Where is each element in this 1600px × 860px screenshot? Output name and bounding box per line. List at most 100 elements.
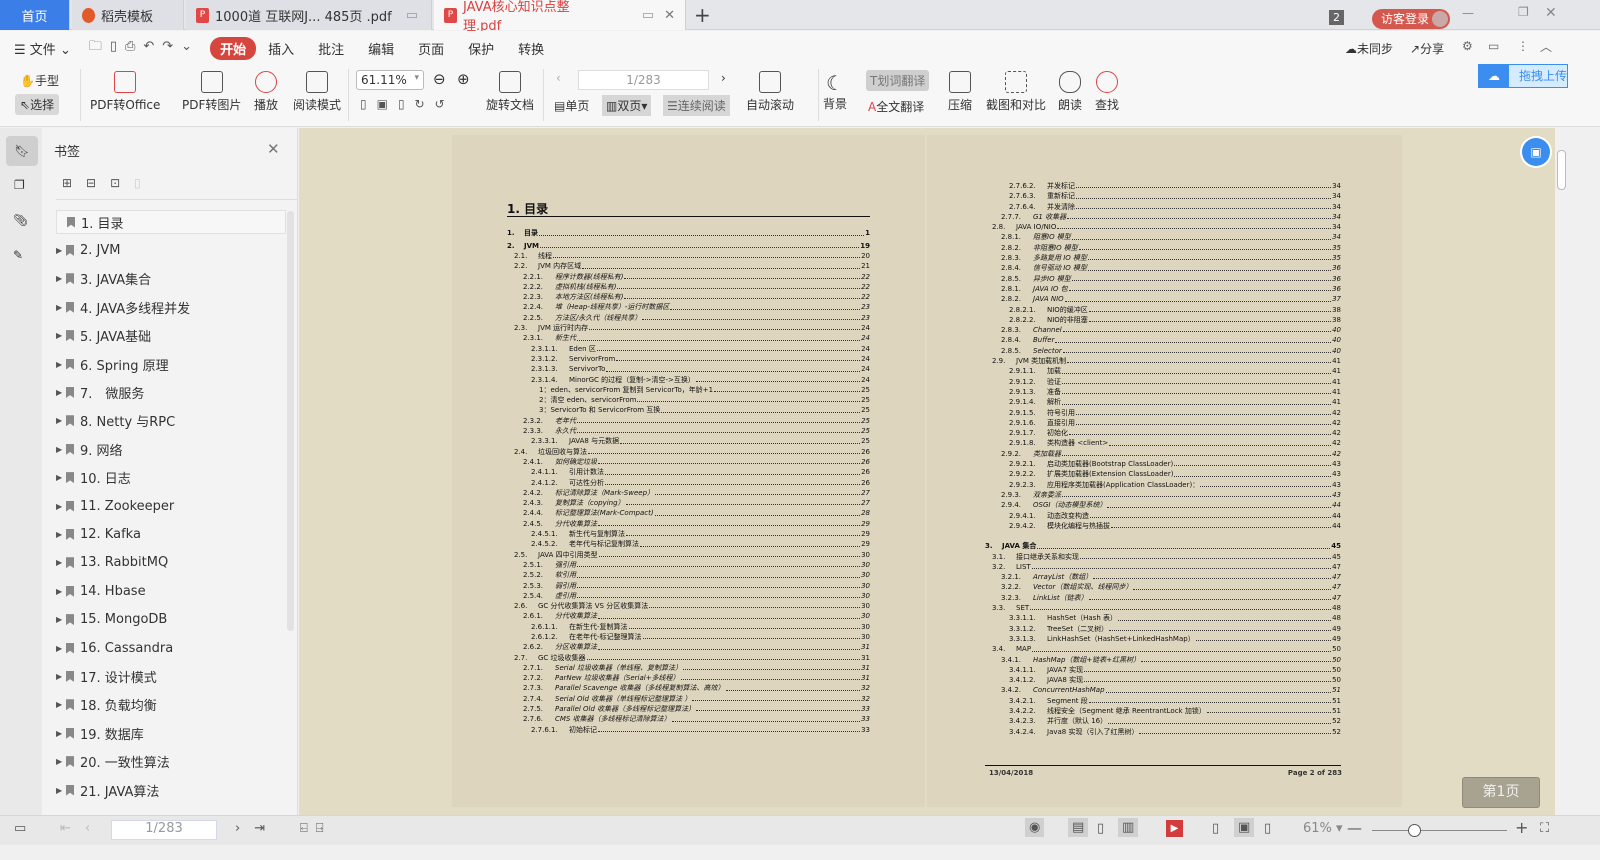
toc-entry[interactable]: 3：ServicorTo 和 ServicorFrom 互换 25 (507, 405, 870, 415)
toc-entry[interactable]: 3.3.1.1. HashSet（Hash 表） 48 (985, 613, 1341, 623)
toc-entry[interactable]: 3.3.1.2. TreeSet（二叉树） 49 (985, 624, 1341, 634)
toc-entry[interactable]: 3.3. SET 48 (985, 603, 1341, 613)
toc-entry[interactable]: 1：eden、servicorFrom 复制到 ServicorTo，年龄+1 2… (507, 385, 870, 395)
toc-entry[interactable]: 2.3.1.4. MinorGC 的过程（复制->清空->互换） 24 (507, 375, 870, 385)
toc-entry[interactable]: 2.3.1.2. ServivorFrom 24 (507, 354, 870, 364)
status-page-input[interactable]: 1/283 (111, 820, 217, 840)
view-fit-icons[interactable]: ▯▣▯↻↺ (360, 97, 455, 111)
pin-icon[interactable]: ▭ (406, 8, 418, 23)
pdf-to-image-button[interactable]: PDF转图片 (182, 71, 241, 113)
thumbnails-icon[interactable]: ❐ (14, 178, 25, 192)
toc-entry[interactable]: 3.2.3. LinkList（链表） 47 (985, 593, 1341, 603)
next-page-button[interactable]: › (721, 71, 726, 85)
menu-comment[interactable]: 批注 (306, 39, 356, 58)
toc-entry[interactable]: 2.8. JAVA IO/NIO 34 (985, 222, 1341, 232)
toc-entry[interactable]: 3.4.2.2. 线程安全（Segment 继承 ReentrantLock 加锁… (985, 706, 1341, 716)
fullscreen-icon[interactable]: ⛶ (1540, 821, 1549, 836)
expand-arrow-icon[interactable]: ▶ (56, 558, 66, 567)
toc-entry[interactable]: 2.8.2.1. NIO的缓冲区 38 (985, 305, 1341, 315)
login-button[interactable]: 访客登录 (1372, 9, 1450, 29)
toc-entry[interactable]: 2.2.3. 本地方法区(线程私有) 22 (507, 292, 870, 302)
toc-entry[interactable]: 2.9.4. OSGI（动态模型系统） 44 (985, 500, 1341, 510)
toc-entry[interactable]: 2.4.1.2. 可达性分析 26 (507, 478, 870, 488)
toc-entry[interactable]: 2.5. JAVA 四中引用类型 30 (507, 550, 870, 560)
toc-entry[interactable]: 2.9.1.2. 验证 41 (985, 377, 1341, 387)
double-view-icon[interactable]: ▥ (1118, 818, 1139, 837)
panel-scrollbar[interactable] (287, 211, 294, 631)
toc-entry[interactable]: 2.7.7. G1 收集器 34 (985, 212, 1341, 222)
file-menu[interactable]: ☰ 文件 ⌄ (0, 39, 83, 58)
toc-entry[interactable]: 2.2.4. 堆（Heap-线程共享）-运行时数据区 23 (507, 302, 870, 312)
continuous-view-icon[interactable]: ▤ (1068, 818, 1089, 837)
toc-entry[interactable]: 2.8.4. Buffer 40 (985, 335, 1341, 345)
toc-entry[interactable]: 2.2. JVM 内存区域 21 (507, 261, 870, 271)
toc-entry[interactable]: 2.8.1. 阻塞IO 模型 34 (985, 232, 1341, 242)
toc-entry[interactable]: 3.4.2.4. Java8 实现（引入了红黑树） 52 (985, 727, 1341, 737)
toc-entry[interactable]: 2.3.1. 新生代 24 (507, 333, 870, 343)
expand-arrow-icon[interactable]: ▶ (56, 615, 66, 624)
fit-page-icon[interactable]: ▣ (1234, 818, 1255, 837)
toc-entry[interactable]: 2.9.2.3. 应用程序类加载器(Application ClassLoader… (985, 480, 1341, 490)
screenshot-compare-button[interactable]: 截图和对比 (986, 71, 1046, 113)
tab-pdf-1000[interactable]: P 1000道 互联网J... 485页 .pdf ▭ (186, 0, 432, 30)
toc-entry[interactable]: 2.9.1.8. 类构造器 <client> 42 (985, 438, 1341, 448)
toc-entry[interactable]: 3.2.1. ArrayList（数组） 47 (985, 572, 1341, 582)
toc-entry[interactable]: 3.4.1.1. JAVA7 实现 50 (985, 665, 1341, 675)
fit-width-icon[interactable]: ▯ (1264, 821, 1271, 836)
toc-entry[interactable]: 2.9.1.6. 直接引用 42 (985, 418, 1341, 428)
bookmark-item[interactable]: ▶ 19. 数据库 (56, 721, 286, 745)
menu-convert[interactable]: 转换 (506, 39, 556, 58)
new-tab-button[interactable]: + (694, 3, 711, 27)
toc-entry[interactable]: 2.4.3. 复制算法（copying） 27 (507, 498, 870, 508)
page-number-input[interactable]: 1/283 (578, 70, 709, 90)
toc-entry[interactable]: 2.5.2. 软引用 30 (507, 570, 870, 580)
bookmark-item[interactable]: ▶ 12. Kafka (56, 522, 286, 546)
bookmark-panel-icon[interactable]: 🔖︎ (6, 136, 38, 166)
expand-arrow-icon[interactable]: ▶ (56, 416, 66, 425)
menu-start[interactable]: 开始 (210, 36, 257, 60)
zoom-out-icon[interactable]: ⊖ (433, 70, 446, 88)
expand-arrow-icon[interactable]: ▶ (56, 729, 66, 738)
close-window-button[interactable]: ✕ (1545, 5, 1557, 21)
share-button[interactable]: ↗分享 (1410, 40, 1444, 57)
toc-entry[interactable]: 2.9.2.1. 启动类加载器(Bootstrap ClassLoader) 43 (985, 459, 1341, 469)
expand-arrow-icon[interactable]: ▶ (56, 644, 66, 653)
toc-entry[interactable]: 2.4.5. 分代收集算法 29 (507, 519, 870, 529)
read-aloud-button[interactable]: 朗读 (1058, 71, 1082, 113)
toc-entry[interactable]: 2.7.4. Serial Old 收集器（单线程标记整理算法 ） 32 (507, 694, 870, 704)
pdf-to-office-button[interactable]: PDF转Office (90, 71, 160, 113)
toc-entry[interactable]: 2.4.1. 如何确定垃圾 26 (507, 457, 870, 467)
toc-entry[interactable]: 2.8.2. 非阻塞IO 模型 35 (985, 243, 1341, 253)
bookmark-item[interactable]: ▶ 17. 设计模式 (56, 664, 286, 688)
toc-entry[interactable]: 2.2.5. 方法区/永久代（线程共享） 23 (507, 313, 870, 323)
find-button[interactable]: 查找 (1095, 71, 1119, 113)
pin-icon[interactable]: ▭ (642, 8, 654, 23)
status-zoom-select[interactable]: 61% ▾ (1303, 821, 1343, 836)
double-page-button[interactable]: ▥双页▾ (602, 95, 652, 116)
bookmark-item[interactable]: ▶ 8. Netty 与RPC (56, 409, 286, 433)
toc-entry[interactable]: 2.7.6. CMS 收集器（多线程标记清除算法） 33 (507, 714, 870, 724)
bookmark-item[interactable]: ▶ 10. 日志 (56, 466, 286, 490)
window-count-badge[interactable]: 2 (1329, 10, 1344, 25)
toc-entry[interactable]: 3. JAVA 集合 45 (985, 539, 1341, 552)
toc-entry[interactable]: 2.8.5. Selector 40 (985, 346, 1341, 356)
bookmark-item[interactable]: 1. 目录 (56, 210, 286, 234)
background-button[interactable]: ☾ 背景 (823, 71, 847, 112)
restore-button[interactable]: ❐ (1518, 5, 1529, 19)
toc-entry[interactable]: 2. JVM 19 (507, 239, 870, 252)
toc-entry[interactable]: 2.7.6.3. 重新标记 34 (985, 191, 1341, 201)
toc-entry[interactable]: 2.4.4. 标记整理算法(Mark-Compact) 28 (507, 508, 870, 518)
expand-arrow-icon[interactable]: ▶ (56, 530, 66, 539)
bookmark-item[interactable]: ▶ 16. Cassandra (56, 636, 286, 660)
toc-entry[interactable]: 1. 目录 1 (507, 226, 870, 239)
bookmark-item[interactable]: ▶ 9. 网络 (56, 437, 286, 461)
toc-entry[interactable]: 2.7.6.1. 初始标记 33 (507, 725, 870, 735)
toc-entry[interactable]: 3.4.1. HashMap（数组+链表+红黑树） 50 (985, 655, 1341, 665)
bookmark-item[interactable]: ▶ 11. Zookeeper (56, 494, 286, 518)
toc-entry[interactable]: 2.9.2.2. 扩展类加载器(Extension ClassLoader) 43 (985, 469, 1341, 479)
bookmark-item[interactable]: ▶ 5. JAVA基础 (56, 324, 286, 348)
bookmark-item[interactable]: ▶ 20. 一致性算法 (56, 750, 286, 774)
bookmark-item[interactable]: ▶ 4. JAVA多线程并发 (56, 295, 286, 319)
toc-entry[interactable]: 2.2.2. 虚拟机栈(线程私有) 22 (507, 282, 870, 292)
toc-entry[interactable]: 2.9.4.1. 动态改变构造 44 (985, 511, 1341, 521)
